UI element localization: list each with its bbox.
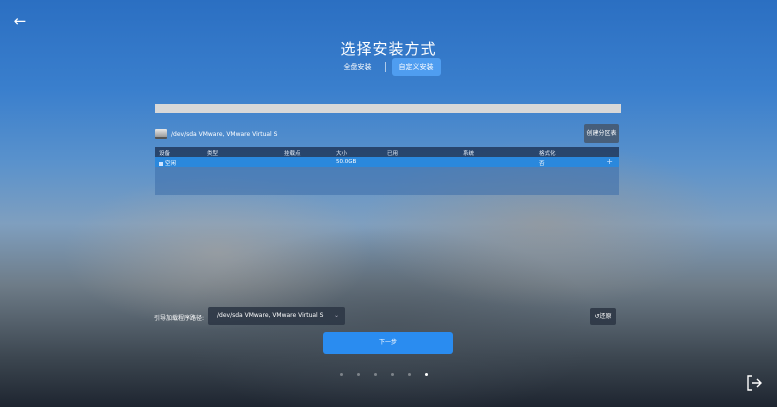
- cell-device: 空闲: [159, 159, 176, 167]
- chevron-down-icon: ⌄: [333, 312, 339, 319]
- disk-label: /dev/sda VMware, VMware Virtual S: [171, 130, 278, 138]
- create-partition-table-button[interactable]: 创建分区表: [584, 124, 619, 143]
- logout-icon: [747, 375, 762, 391]
- column-header-device: 设备: [159, 151, 171, 157]
- page-title: 选择安装方式: [340, 40, 437, 58]
- plus-icon[interactable]: +: [606, 157, 613, 166]
- disk-usage-bar: [155, 104, 621, 113]
- column-header-mount: 挂载点: [284, 151, 301, 157]
- bootloader-path-label: 引导加载程序路径:: [154, 315, 205, 322]
- step-indicator: [340, 373, 428, 376]
- cell-size: 50.0GB: [336, 159, 357, 165]
- mode-divider: [384, 62, 386, 72]
- table-row[interactable]: 空闲 50.0GB 否 +: [155, 157, 619, 167]
- restore-button[interactable]: ↺还原: [590, 308, 616, 325]
- column-header-system: 系统: [463, 151, 475, 157]
- step-dot: [374, 373, 377, 376]
- column-header-used: 已用: [387, 151, 399, 157]
- bootloader-path-select[interactable]: /dev/sda VMware, VMware Virtual S ⌄: [208, 307, 345, 325]
- exit-button[interactable]: [745, 374, 763, 392]
- cell-device-text: 空闲: [165, 161, 177, 167]
- hard-disk-icon: [155, 129, 167, 139]
- disk-header: /dev/sda VMware, VMware Virtual S: [155, 126, 621, 142]
- next-button[interactable]: 下一步: [323, 332, 453, 354]
- step-dot: [357, 373, 360, 376]
- tab-custom-install[interactable]: 自定义安装: [391, 58, 441, 76]
- partition-table-header: 设备 类型 挂载点 大小 已用 系统 格式化: [155, 147, 619, 157]
- step-dot-current: [425, 373, 428, 376]
- back-button[interactable]: ←: [11, 12, 29, 30]
- cell-format: 否: [539, 161, 545, 167]
- install-mode-switch: 全盘安装 自定义安装: [0, 58, 777, 76]
- restore-label: 还原: [599, 313, 612, 320]
- arrow-left-icon: ←: [13, 12, 27, 30]
- column-header-size: 大小: [336, 151, 348, 157]
- column-header-type: 类型: [207, 151, 219, 157]
- step-dot: [340, 373, 343, 376]
- tab-full-disk-install[interactable]: 全盘安装: [337, 58, 379, 76]
- step-dot: [408, 373, 411, 376]
- free-space-icon: [159, 161, 163, 166]
- bootloader-path-value: /dev/sda VMware, VMware Virtual S: [217, 312, 324, 319]
- column-header-format: 格式化: [539, 151, 556, 157]
- partition-table: 设备 类型 挂载点 大小 已用 系统 格式化 空闲 50.0GB 否 +: [155, 147, 619, 195]
- step-dot: [391, 373, 394, 376]
